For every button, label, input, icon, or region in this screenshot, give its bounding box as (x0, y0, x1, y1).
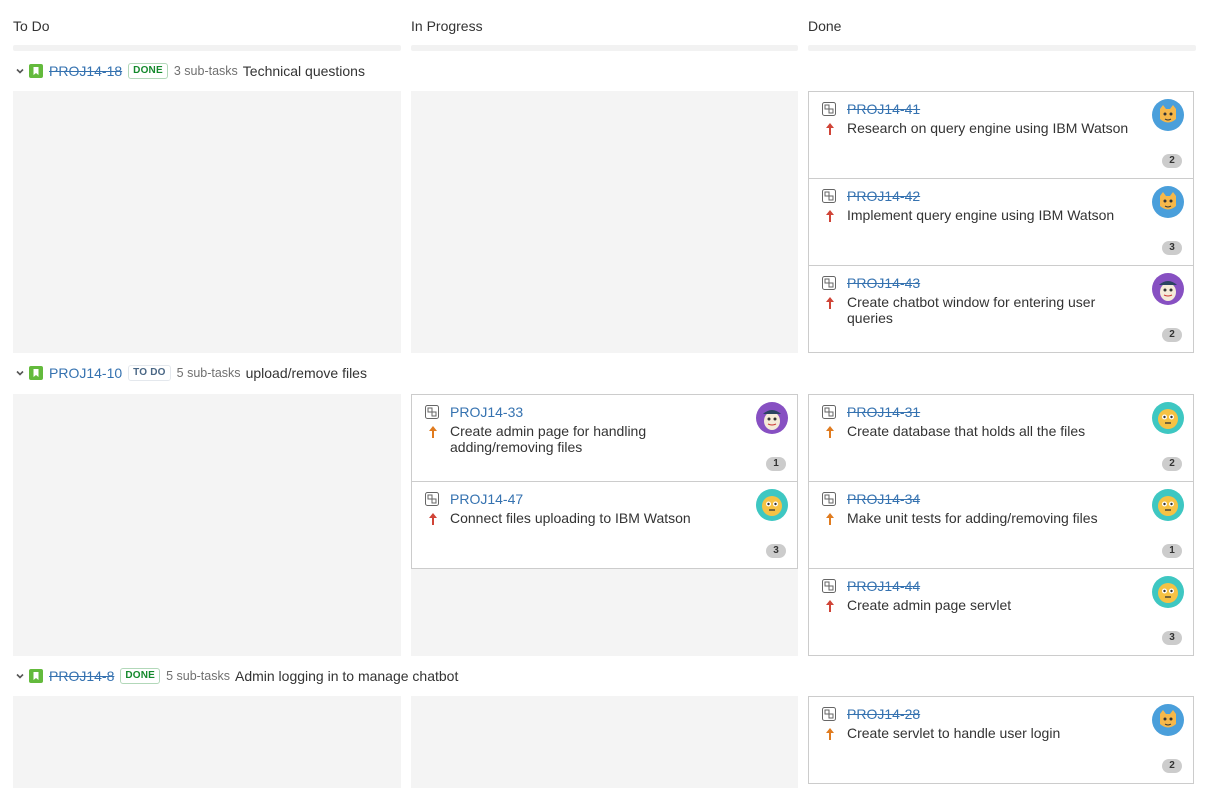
priority-high-icon (826, 297, 834, 309)
priority-medium-icon (826, 426, 834, 438)
subtask-icon (822, 276, 836, 290)
subtask-icon (822, 492, 836, 506)
priority-high-icon (429, 513, 437, 525)
subtask-icon (822, 579, 836, 593)
status-badge: TO DO (128, 365, 171, 381)
issue-card[interactable]: PROJ14-33 Create admin page for handling… (411, 394, 798, 482)
subtask-icon (822, 189, 836, 203)
issue-key[interactable]: PROJ14-42 (847, 188, 920, 204)
priority-high-icon (826, 600, 834, 612)
captain-avatar[interactable] (1152, 273, 1184, 305)
status-badge: DONE (128, 63, 168, 79)
column-divider-in-progress (411, 45, 798, 51)
subtask-icon (822, 707, 836, 721)
subtask-count-badge: 2 (1162, 154, 1182, 168)
subtask-icon (425, 405, 439, 419)
issue-summary: Create database that holds all the files (847, 423, 1086, 439)
issue-card[interactable]: PROJ14-42 Implement query engine using I… (808, 178, 1194, 266)
cat-avatar[interactable] (1152, 704, 1184, 736)
chevron-down-icon[interactable] (13, 64, 27, 78)
swimlane-issue-key[interactable]: PROJ14-18 (49, 63, 122, 79)
priority-high-icon (826, 123, 834, 135)
issue-summary: Research on query engine using IBM Watso… (847, 120, 1129, 136)
monster-avatar[interactable] (1152, 402, 1184, 434)
priority-medium-icon (826, 513, 834, 525)
issue-key[interactable]: PROJ14-44 (847, 578, 920, 594)
issue-key[interactable]: PROJ14-34 (847, 491, 920, 507)
subtask-count-badge: 2 (1162, 759, 1182, 773)
subtask-count: 5 sub-tasks (166, 669, 230, 683)
cat-avatar[interactable] (1152, 186, 1184, 218)
empty-column-cell (411, 696, 798, 788)
subtask-count-badge: 3 (766, 544, 786, 558)
issue-card[interactable]: PROJ14-31 Create database that holds all… (808, 394, 1194, 482)
monster-avatar[interactable] (756, 489, 788, 521)
subtask-icon (425, 492, 439, 506)
chevron-down-icon[interactable] (13, 669, 27, 683)
issue-card[interactable]: PROJ14-47 Connect files uploading to IBM… (411, 481, 798, 569)
issue-summary: Create admin page servlet (847, 597, 1012, 613)
issue-key[interactable]: PROJ14-31 (847, 404, 920, 420)
captain-avatar[interactable] (756, 402, 788, 434)
empty-column-cell (411, 568, 798, 656)
story-icon (29, 669, 43, 683)
swimlane-header[interactable]: PROJ14-10 TO DO 5 sub-tasks upload/remov… (13, 362, 367, 384)
swimlane-issue-key[interactable]: PROJ14-10 (49, 365, 122, 381)
issue-card[interactable]: PROJ14-34 Make unit tests for adding/rem… (808, 481, 1194, 569)
column-divider-done (808, 45, 1196, 51)
column-divider-todo (13, 45, 401, 51)
column-header-in-progress: In Progress (411, 18, 483, 34)
story-icon (29, 64, 43, 78)
issue-card[interactable]: PROJ14-44 Create admin page servlet 3 (808, 568, 1194, 656)
issue-card[interactable]: PROJ14-43 Create chatbot window for ente… (808, 265, 1194, 353)
monster-avatar[interactable] (1152, 576, 1184, 608)
issue-summary: Create admin page for handling adding/re… (450, 423, 647, 455)
subtask-icon (822, 405, 836, 419)
subtask-icon (822, 102, 836, 116)
subtask-count-badge: 2 (1162, 328, 1182, 342)
issue-key[interactable]: PROJ14-33 (450, 404, 523, 420)
issue-summary: Create chatbot window for entering user … (847, 294, 1096, 326)
monster-avatar[interactable] (1152, 489, 1184, 521)
subtask-count-badge: 2 (1162, 457, 1182, 471)
cat-avatar[interactable] (1152, 99, 1184, 131)
subtask-count-badge: 1 (766, 457, 786, 471)
status-badge: DONE (120, 668, 161, 684)
subtask-count: 5 sub-tasks (176, 366, 241, 380)
issue-summary: Implement query engine using IBM Watson (847, 207, 1115, 223)
issue-summary: Create servlet to handle user login (847, 725, 1061, 741)
swimlane-summary: Technical questions (242, 63, 365, 79)
issue-summary: Make unit tests for adding/removing file… (847, 510, 1098, 526)
empty-column-cell (411, 91, 798, 353)
chevron-down-icon[interactable] (13, 366, 27, 380)
priority-medium-icon (429, 426, 437, 438)
column-header-done: Done (808, 18, 842, 34)
subtask-count-badge: 3 (1162, 241, 1182, 255)
issue-card[interactable]: PROJ14-28 Create servlet to handle user … (808, 696, 1194, 784)
empty-column-cell (13, 91, 401, 353)
issue-card[interactable]: PROJ14-41 Research on query engine using… (808, 91, 1194, 179)
issue-summary: Connect files uploading to IBM Watson (450, 510, 691, 526)
issue-key[interactable]: PROJ14-43 (847, 275, 920, 291)
issue-key[interactable]: PROJ14-28 (847, 706, 920, 722)
swimlane-summary: Admin logging in to manage chatbot (234, 668, 459, 684)
swimlane-summary: upload/remove files (245, 365, 367, 381)
empty-column-cell (13, 394, 401, 656)
issue-key[interactable]: PROJ14-47 (450, 491, 523, 507)
swimlane-header[interactable]: PROJ14-8 DONE 5 sub-tasks Admin logging … (13, 665, 458, 687)
priority-medium-icon (826, 728, 834, 740)
empty-column-cell (13, 696, 401, 788)
priority-high-icon (826, 210, 834, 222)
subtask-count-badge: 3 (1162, 631, 1182, 645)
story-icon (29, 366, 43, 380)
subtask-count-badge: 1 (1162, 544, 1182, 558)
subtask-count: 3 sub-tasks (173, 64, 238, 78)
column-header-todo: To Do (13, 18, 50, 34)
issue-key[interactable]: PROJ14-41 (847, 101, 920, 117)
swimlane-header[interactable]: PROJ14-18 DONE 3 sub-tasks Technical que… (13, 60, 365, 82)
swimlane-issue-key[interactable]: PROJ14-8 (49, 668, 114, 684)
